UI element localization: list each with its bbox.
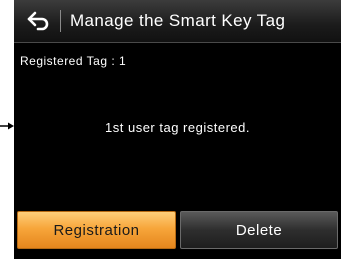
- status-message: 1st user tag registered.: [105, 120, 250, 135]
- smart-key-screen: Manage the Smart Key Tag Registered Tag …: [14, 0, 341, 259]
- title-divider: [60, 10, 61, 32]
- delete-button[interactable]: Delete: [180, 211, 338, 249]
- title-bar: Manage the Smart Key Tag: [14, 0, 341, 43]
- registration-button[interactable]: Registration: [17, 211, 176, 249]
- back-arrow-icon: [27, 11, 49, 31]
- page-title: Manage the Smart Key Tag: [70, 11, 286, 30]
- back-button[interactable]: [22, 6, 56, 36]
- registered-tag-count: Registered Tag : 1: [20, 54, 127, 68]
- arrow-pointer-icon: [0, 122, 14, 130]
